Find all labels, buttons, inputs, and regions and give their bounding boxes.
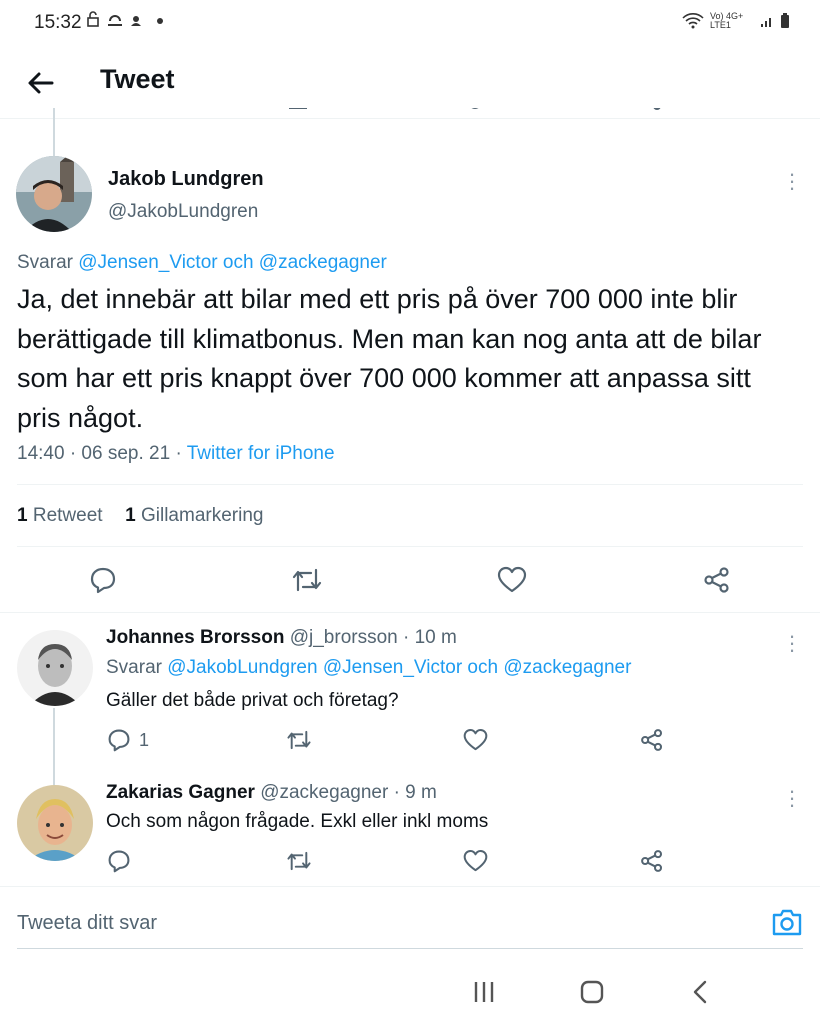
reply-mentions[interactable]: @JakobLundgren @Jensen_Victor och @zacke…	[167, 657, 631, 678]
reply-action-bar: 1	[0, 726, 820, 756]
compose-underline	[17, 948, 803, 949]
author-name[interactable]: Jakob Lundgren	[108, 168, 264, 191]
share-icon[interactable]	[640, 849, 664, 873]
back-button[interactable]	[24, 66, 58, 100]
avatar[interactable]	[16, 156, 92, 232]
reply-prefix: Svarar	[106, 657, 162, 678]
status-time: 15:32	[34, 12, 82, 33]
retweet-icon[interactable]	[286, 849, 312, 873]
thread-line	[53, 118, 55, 156]
share-icon[interactable]	[703, 566, 731, 594]
reply-icon[interactable]	[89, 566, 117, 594]
reply-header: Johannes Brorsson @j_brorsson · 10 m	[106, 627, 457, 649]
reply-header: Zakarias Gagner @zackegagner · 9 m	[106, 782, 437, 804]
status-bar: 15:32 Vo) 4G+ LTE1	[0, 0, 820, 48]
previous-tweet-actions-partial	[0, 108, 820, 120]
signal-icon	[761, 18, 771, 27]
reply-icon[interactable]	[107, 849, 131, 873]
recent-apps-icon[interactable]	[472, 980, 496, 1004]
avatar-image	[16, 156, 92, 232]
heart-icon[interactable]	[497, 566, 527, 594]
reply-text: Gäller det både privat och företag?	[106, 690, 399, 711]
reply-action-bar	[0, 847, 820, 877]
reply-compose-input[interactable]: Tweeta ditt svar	[17, 912, 757, 935]
reply-icon[interactable]	[112, 108, 132, 116]
reply-author-name[interactable]: Johannes Brorsson	[106, 627, 284, 648]
wifi-icon	[682, 13, 704, 29]
divider	[17, 546, 803, 547]
camera-icon[interactable]	[771, 907, 803, 937]
avatar[interactable]	[17, 630, 93, 706]
reply-author-name[interactable]: Zakarias Gagner	[106, 782, 255, 803]
heart-icon[interactable]	[465, 108, 485, 116]
retweet-stat[interactable]: 1 Retweet	[17, 505, 103, 526]
reply-context: Svarar @Jensen_Victor och @zackegagner	[17, 252, 387, 274]
page-title: Tweet	[100, 64, 175, 94]
reply-context: Svarar @JakobLundgren @Jensen_Victor och…	[106, 657, 631, 679]
retweet-icon[interactable]	[286, 728, 312, 752]
status-right-icons: Vo) 4G+ LTE1	[682, 12, 790, 30]
tweet-source[interactable]: Twitter for iPhone	[187, 443, 335, 464]
engagement-stats: 1 Retweet 1 Gillamarkering	[17, 505, 263, 527]
reply-text: Och som någon frågade. Exkl eller inkl m…	[106, 811, 489, 832]
divider	[17, 484, 803, 485]
tweet-meta: 14:40 · 06 sep. 21 · Twitter for iPhone	[17, 443, 335, 465]
home-icon[interactable]	[579, 979, 605, 1005]
retweet-icon[interactable]	[291, 566, 323, 594]
more-options-icon[interactable]: · · ·	[782, 163, 802, 199]
heart-icon[interactable]	[463, 728, 488, 752]
system-navigation-bar	[0, 960, 820, 1024]
arrow-left-icon	[28, 72, 54, 94]
author-handle[interactable]: @JakobLundgren	[108, 201, 258, 223]
battery-icon	[781, 13, 789, 28]
reply-count: 1	[139, 729, 150, 750]
avatar-image	[17, 630, 93, 706]
tweet-text: Ja, det innebär att bilar med ett pris p…	[17, 284, 762, 433]
reply-icon	[108, 729, 130, 752]
share-icon[interactable]	[640, 728, 664, 752]
divider	[0, 886, 820, 887]
tweet-timestamp: 14:40 · 06 sep. 21 ·	[17, 443, 187, 464]
reply-handle-time[interactable]: @j_brorsson · 10 m	[290, 627, 457, 648]
reply-prefix: Svarar	[17, 252, 73, 273]
reply-mentions[interactable]: @Jensen_Victor och @zackegagner	[78, 252, 387, 273]
reply-handle-time[interactable]: @zackegagner · 9 m	[260, 782, 437, 803]
more-options-icon[interactable]: · · ·	[782, 780, 802, 816]
network-label: Vo) 4G+ LTE1	[710, 11, 744, 30]
like-stat[interactable]: 1 Gillamarkering	[125, 505, 263, 526]
reply-button[interactable]: 1	[107, 728, 149, 752]
more-options-icon[interactable]: · · ·	[782, 625, 802, 661]
tweet-action-bar	[0, 560, 820, 600]
retweet-icon[interactable]	[288, 108, 310, 116]
back-nav-icon[interactable]	[690, 979, 710, 1005]
divider	[0, 612, 820, 613]
share-icon[interactable]	[650, 108, 664, 116]
notification-icons	[87, 11, 163, 27]
status-notification-icons	[86, 11, 174, 35]
heart-icon[interactable]	[463, 849, 488, 873]
